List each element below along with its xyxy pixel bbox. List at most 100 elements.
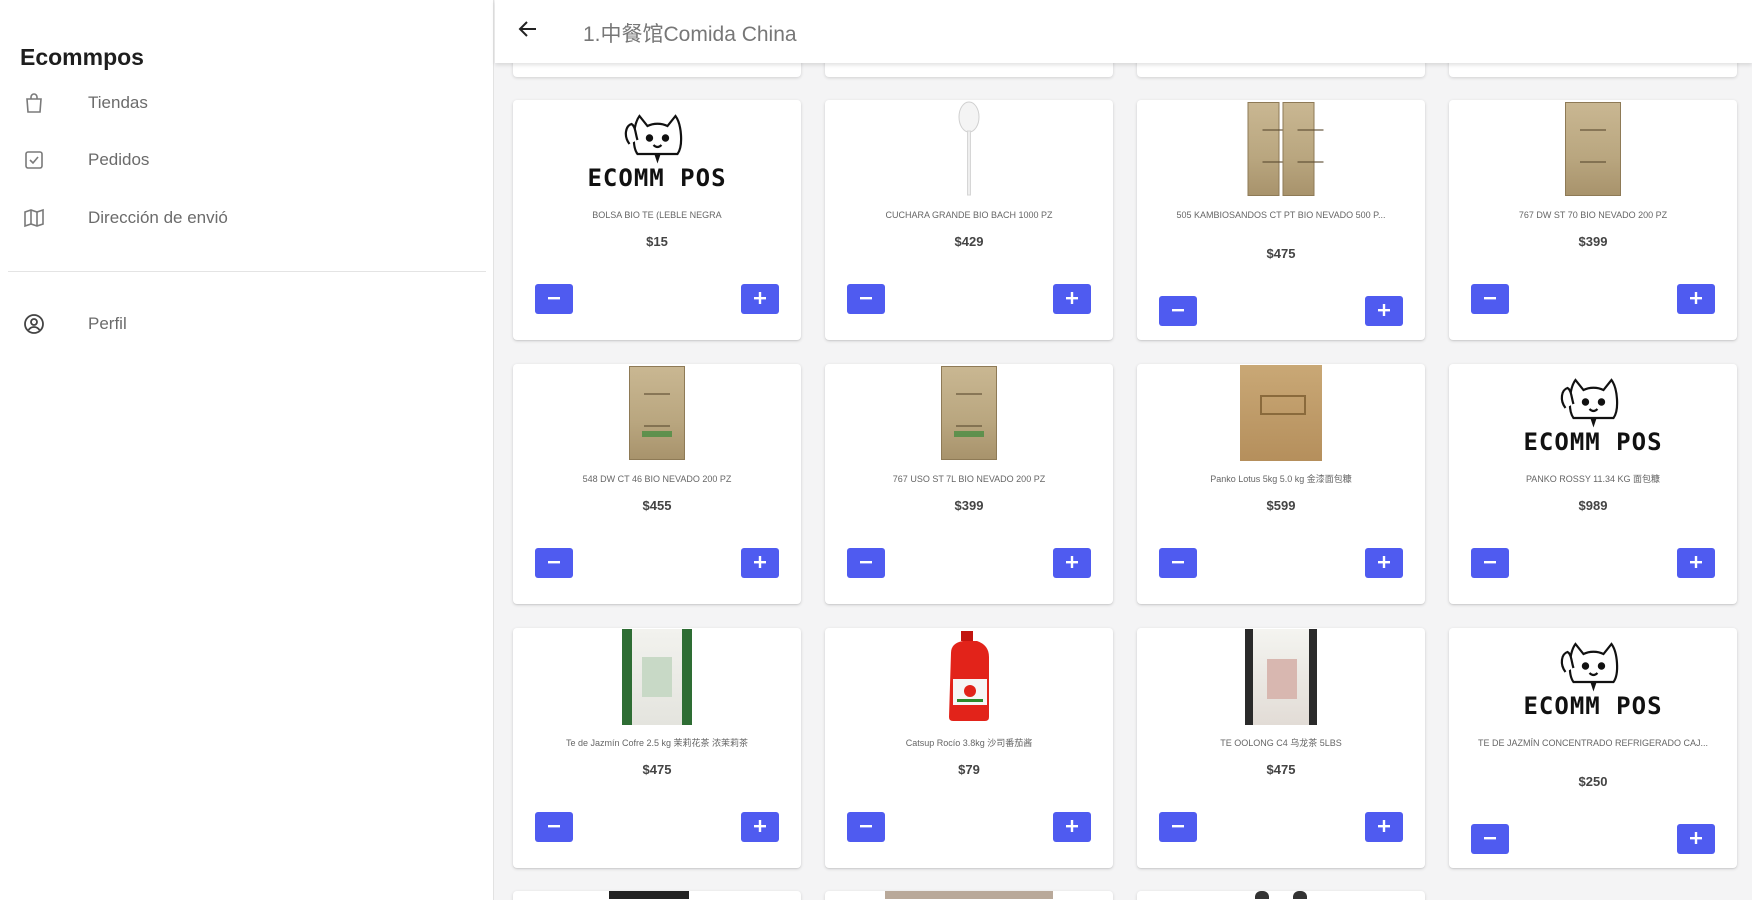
- product-card-partial: [1449, 63, 1737, 77]
- decrease-quantity-button[interactable]: [1471, 284, 1509, 314]
- logo-text: ECOMM POS: [1523, 692, 1663, 720]
- ketchup-jug-image: [949, 631, 989, 721]
- product-price: $15: [646, 234, 668, 249]
- product-name: Te de Jazmín Cofre 2.5 kg 茉莉花茶 浓茉莉茶: [565, 738, 749, 748]
- increase-quantity-button[interactable]: [1053, 284, 1091, 314]
- plus-icon: [1377, 552, 1391, 575]
- sidebar-divider: [8, 271, 486, 272]
- plus-icon: [1377, 300, 1391, 323]
- decrease-quantity-button[interactable]: [847, 812, 885, 842]
- sidebar-item-direccion[interactable]: Dirección de envió: [0, 196, 494, 240]
- plus-icon: [1689, 288, 1703, 311]
- decrease-quantity-button[interactable]: [1159, 812, 1197, 842]
- increase-quantity-button[interactable]: [741, 548, 779, 578]
- logo-text: ECOMM POS: [1523, 428, 1663, 456]
- sidebar-item-perfil[interactable]: Perfil: [0, 302, 494, 346]
- decrease-quantity-button[interactable]: [847, 548, 885, 578]
- checkbox-icon: [20, 146, 48, 174]
- increase-quantity-button[interactable]: [1677, 548, 1715, 578]
- minus-icon: [859, 552, 873, 575]
- plus-icon: [1377, 816, 1391, 839]
- product-card[interactable]: 767 USO ST 7L BIO NEVADO 200 PZ $399: [825, 364, 1113, 604]
- product-name: Panko Lotus 5kg 5.0 kg 金漆面包糠: [1210, 474, 1352, 484]
- product-image-wrap: ECOMM POS: [587, 100, 726, 198]
- increase-quantity-button[interactable]: [1365, 812, 1403, 842]
- product-price: $455: [642, 498, 672, 513]
- minus-icon: [859, 288, 873, 311]
- product-image: [1245, 629, 1317, 725]
- plus-icon: [1689, 552, 1703, 575]
- product-image: [622, 629, 692, 725]
- increase-quantity-button[interactable]: [1677, 284, 1715, 314]
- sidebar-item-tiendas[interactable]: Tiendas: [0, 81, 494, 125]
- product-name: TE OOLONG C4 乌龙茶 5LBS: [1220, 738, 1342, 748]
- product-price: $399: [954, 498, 984, 513]
- product-price: $399: [1578, 234, 1608, 249]
- arrow-left-icon: [516, 17, 540, 46]
- product-card-partial: [513, 63, 801, 77]
- product-card[interactable]: 767 DW ST 70 BIO NEVADO 200 PZ $399: [1449, 100, 1737, 340]
- product-card[interactable]: Te de Jazmín Cofre 2.5 kg 茉莉花茶 浓茉莉茶 $475: [513, 628, 801, 868]
- product-image-wrap: [954, 100, 984, 198]
- product-image: [941, 366, 997, 460]
- product-card[interactable]: ECOMM POS PANKO ROSSY 11.34 KG 面包糠 $989: [1449, 364, 1737, 604]
- decrease-quantity-button[interactable]: [535, 548, 573, 578]
- decrease-quantity-button[interactable]: [847, 284, 885, 314]
- product-card[interactable]: 505 KAMBIOSANDOS CT PT BIO NEVADO 500 P.…: [1137, 100, 1425, 340]
- product-card[interactable]: 548 DW CT 46 BIO NEVADO 200 PZ $455: [513, 364, 801, 604]
- product-name: 767 DW ST 70 BIO NEVADO 200 PZ: [1518, 210, 1668, 220]
- increase-quantity-button[interactable]: [1053, 548, 1091, 578]
- plus-icon: [1065, 552, 1079, 575]
- product-image-wrap: ECOMM POS: [1523, 364, 1662, 462]
- increase-quantity-button[interactable]: [1365, 296, 1403, 326]
- plus-icon: [1689, 828, 1703, 851]
- plus-icon: [1065, 816, 1079, 839]
- decrease-quantity-button[interactable]: [535, 284, 573, 314]
- increase-quantity-button[interactable]: [1677, 824, 1715, 854]
- minus-icon: [547, 816, 561, 839]
- product-name: TE DE JAZMÍN CONCENTRADO REFRIGERADO CAJ…: [1477, 738, 1708, 748]
- ecomm-pos-logo: ECOMM POS: [1523, 636, 1662, 720]
- increase-quantity-button[interactable]: [741, 812, 779, 842]
- product-card[interactable]: TE OOLONG C4 乌龙茶 5LBS $475: [1137, 628, 1425, 868]
- decrease-quantity-button[interactable]: [1471, 824, 1509, 854]
- product-card[interactable]: Panko Lotus 5kg 5.0 kg 金漆面包糠 $599: [1137, 364, 1425, 604]
- brand-title: Ecommpos: [20, 44, 144, 70]
- sidebar-item-label: Pedidos: [88, 150, 150, 169]
- decrease-quantity-button[interactable]: [535, 812, 573, 842]
- product-price: $429: [954, 234, 984, 249]
- decrease-quantity-button[interactable]: [1471, 548, 1509, 578]
- minus-icon: [1171, 552, 1185, 575]
- product-price: $475: [1266, 246, 1296, 261]
- minus-icon: [1171, 300, 1185, 323]
- increase-quantity-button[interactable]: [741, 284, 779, 314]
- product-card[interactable]: ECOMM POS TE DE JAZMÍN CONCENTRADO REFRI…: [1449, 628, 1737, 868]
- product-card[interactable]: CUCHARA GRANDE BIO BACH 1000 PZ $429: [825, 100, 1113, 340]
- decrease-quantity-button[interactable]: [1159, 296, 1197, 326]
- increase-quantity-button[interactable]: [1365, 548, 1403, 578]
- account-circle-icon: [20, 310, 48, 338]
- increase-quantity-button[interactable]: [1053, 812, 1091, 842]
- product-name: CUCHARA GRANDE BIO BACH 1000 PZ: [885, 210, 1053, 220]
- product-image-wrap: [943, 628, 995, 726]
- product-price: $599: [1266, 498, 1296, 513]
- decrease-quantity-button[interactable]: [1159, 548, 1197, 578]
- product-name: 548 DW CT 46 BIO NEVADO 200 PZ: [582, 474, 732, 484]
- minus-icon: [859, 816, 873, 839]
- sidebar-item-pedidos[interactable]: Pedidos: [0, 138, 494, 182]
- product-image-wrap: [1245, 628, 1317, 726]
- product-name: 505 KAMBIOSANDOS CT PT BIO NEVADO 500 P.…: [1176, 210, 1386, 220]
- product-price: $475: [642, 762, 672, 777]
- product-card[interactable]: ECOMM POS BOLSA BIO TE (LEBLE NEGRA $15: [513, 100, 801, 340]
- spoon-image: [958, 101, 980, 196]
- product-card[interactable]: Catsup Rocío 3.8kg 沙司番茄酱 $79: [825, 628, 1113, 868]
- product-image: [1247, 102, 1324, 196]
- shopping-bag-icon: [20, 89, 48, 117]
- minus-icon: [547, 288, 561, 311]
- product-image-wrap: [1247, 100, 1324, 198]
- product-image-wrap: [941, 364, 997, 462]
- product-name: PANKO ROSSY 11.34 KG 面包糠: [1525, 474, 1661, 484]
- sidebar-item-label: Dirección de envió: [88, 208, 228, 227]
- back-button[interactable]: [509, 12, 547, 50]
- product-grid: ECOMM POS BOLSA BIO TE (LEBLE NEGRA $15 …: [495, 63, 1752, 900]
